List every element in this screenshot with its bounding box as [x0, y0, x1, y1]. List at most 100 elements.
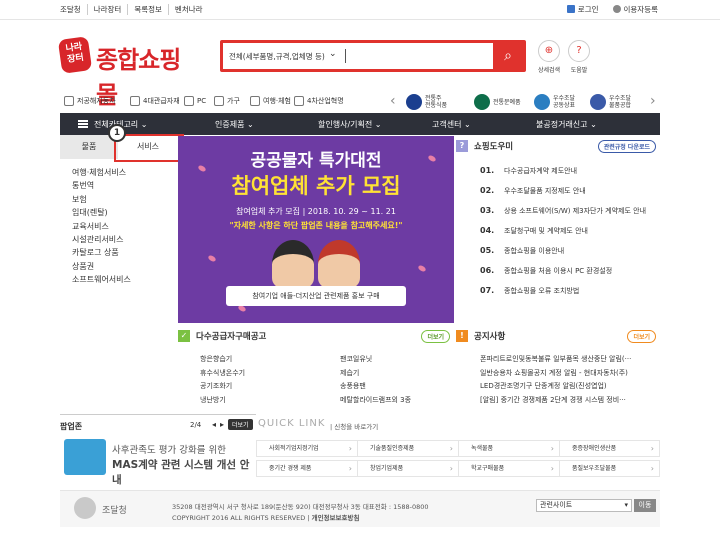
notice-panel: ! 공지사항 더보기 폰파리트로인및동복불류 일부품목 생산중단 알림(··· … [456, 325, 660, 413]
notice-item[interactable]: LED경관조명기구 단종계정 알림(진성엽업) [480, 380, 631, 394]
chair-icon [214, 96, 224, 106]
popup-text-line2[interactable]: MAS계약 관련 시스템 개선 안내 [112, 457, 256, 487]
quick-link-startup[interactable]: 창업기업제품 [357, 460, 459, 477]
mas-notice-item[interactable]: 냉난방기 [200, 394, 245, 408]
question-icon: ? [456, 140, 468, 152]
search-category-select[interactable]: 전체(세부품명,규격,업체명 등) [229, 51, 325, 62]
nav-discount[interactable]: 할인행사/기획전 ⌄ [318, 119, 381, 130]
quick-link-social[interactable]: 사회적기업지정기업 [256, 440, 358, 457]
notice-item[interactable]: 폰파리트로인및동복불류 일부품목 생산중단 알림(··· [480, 353, 631, 367]
mas-notice-item[interactable]: 공기조화기 [200, 380, 245, 394]
quick-link-sme[interactable]: 중기간 경쟁 제품 [256, 460, 358, 477]
shop-guide-panel: ? 쇼핑도우미 관련규정 다운로드 01. 다수공급자계약 제도안내 02. 우수조… [456, 136, 660, 323]
chevron-down-icon: ▾ [624, 501, 628, 509]
detail-search-button[interactable]: ⊕ 상세검색 [536, 40, 562, 80]
quick-link-school[interactable]: 학교구매물품 [458, 460, 560, 477]
service-item[interactable]: 카탈로그 상품 [72, 246, 131, 259]
cert-logo-icon [406, 94, 422, 110]
site-logo[interactable]: 나라 장터 종합쇼핑몰 [57, 36, 195, 109]
search-input[interactable] [345, 49, 346, 63]
help-button[interactable]: ? 도움말 [566, 40, 592, 80]
quick-link-tech[interactable]: 기술품질인증제품 [357, 440, 459, 457]
petal-decoration [417, 264, 427, 273]
mas-notice-item[interactable]: 제습기 [340, 367, 411, 381]
footer: 조달청 35208 대전광역시 서구 청사로 189(둔산동 920) 대전정부… [60, 490, 660, 527]
service-item[interactable]: 보험 [72, 193, 131, 206]
service-item[interactable]: 임대(렌탈) [72, 206, 131, 219]
sub-navigation: 저공해자동차 4대관급자재 PC 가구 여행·체험 4차산업혁명 ‹ 전통주 전… [60, 93, 660, 111]
guide-item[interactable]: 07. 종합쇼핑몰 오류 조치방법 [480, 281, 660, 301]
guide-item[interactable]: 01. 다수공급자계약 제도안내 [480, 161, 660, 181]
service-item[interactable]: 소프트웨어서비스 [72, 273, 131, 286]
cert-excellent-brand[interactable]: 우수조달 공동상표 [534, 93, 575, 111]
notice-item[interactable]: 일반승용차 쇼핑몰공지 계정 알림 - 현대자동차(주) [480, 367, 631, 381]
cert-excellent-goods[interactable]: 우수조달 물품공합 [590, 93, 631, 111]
subnav-furniture[interactable]: 가구 [214, 96, 240, 106]
popup-next-icon[interactable]: ▸ [220, 420, 224, 429]
mas-notice-item[interactable]: 항은향습기 [200, 353, 245, 367]
go-button[interactable]: 이동 [634, 499, 656, 512]
nav-certified[interactable]: 인증제품 ⌄ [215, 119, 254, 130]
guide-item[interactable]: 03. 상용 소프트웨어(S/W) 제3자단가 계약제도 안내 [480, 201, 660, 221]
popup-prev-icon[interactable]: ◂ [212, 420, 216, 429]
cert-prev-arrow-icon[interactable]: ‹ [390, 93, 396, 109]
footer-address: 35208 대전광역시 서구 청사로 189(둔산동 920) 대전정부청사 3… [172, 503, 429, 511]
related-sites-select[interactable]: 관련사이트 ▾ [536, 499, 632, 512]
top-link-catalog[interactable]: 목록정보 [127, 4, 168, 15]
notice-item[interactable]: [알림] 중기간 경쟁제품 2단계 경쟁 시스템 정비··· [480, 394, 631, 408]
nav-customer-center[interactable]: 고객센터 ⌄ [432, 119, 471, 130]
footer-org: 조달청 [102, 506, 127, 516]
menu-icon[interactable] [78, 120, 88, 128]
subnav-travel[interactable]: 여행·체험 [250, 96, 291, 106]
mas-more-button[interactable]: 더보기 [421, 330, 450, 343]
cert-next-arrow-icon[interactable]: › [650, 93, 656, 109]
cert-traditional-liquor[interactable]: 전통주 전통식품 [406, 93, 447, 111]
guide-item[interactable]: 04. 조달청구매 및 계약제도 안내 [480, 221, 660, 241]
popup-page: 2/4 [190, 421, 202, 429]
subnav-4th-industry[interactable]: 4차산업혁명 [294, 96, 344, 106]
mas-notice-item[interactable]: 송풍용팬 [340, 380, 411, 394]
subnav-eco-car[interactable]: 저공해자동차 [64, 96, 116, 106]
top-link-venture[interactable]: 벤처나라 [167, 4, 209, 15]
car-icon [64, 96, 74, 106]
service-item[interactable]: 상품권 [72, 260, 131, 273]
guide-item[interactable]: 05. 종합쇼핑몰 이용안내 [480, 241, 660, 261]
service-item[interactable]: 통번역 [72, 179, 131, 192]
register-link[interactable]: 이용자등록 [612, 4, 658, 15]
service-item[interactable]: 교육서비스 [72, 220, 131, 233]
cert-traditional-craft[interactable]: 전통문예품 [474, 93, 521, 111]
popup-text-line1[interactable]: 사후관족도 평가 강화를 위한 [112, 442, 226, 456]
mas-notice-item[interactable]: 휴수식냉온수기 [200, 367, 245, 381]
promo-banner[interactable]: 공공물자 특가대전 참여업체 추가 모집 참여업체 추가 모집 | 2018. … [178, 136, 454, 323]
top-link-pps[interactable]: 조달청 [60, 4, 87, 15]
quick-link-green[interactable]: 녹색물품 [458, 440, 560, 457]
login-icon [566, 5, 575, 13]
cert-logo-icon [534, 94, 550, 110]
travel-icon [250, 96, 260, 106]
character-woman-icon [318, 240, 360, 288]
service-item[interactable]: 여행·체험서비스 [72, 166, 131, 179]
mas-notice-item[interactable]: 팬코일유닛 [340, 353, 411, 367]
notice-more-button[interactable]: 더보기 [627, 330, 656, 343]
login-link[interactable]: 로그인 [566, 4, 599, 15]
subnav-materials[interactable]: 4대관급자재 [130, 96, 180, 106]
chevron-down-icon[interactable]: ⌄ [329, 49, 337, 59]
service-item[interactable]: 시설관리서비스 [72, 233, 131, 246]
popup-more-button[interactable]: 더보기 [228, 419, 253, 430]
guide-item[interactable]: 02. 우수조달물품 지정제도 안내 [480, 181, 660, 201]
regulation-download-button[interactable]: 관련규정 다운로드 [597, 140, 656, 153]
subnav-pc[interactable]: PC [184, 96, 206, 106]
nav-unfair-report[interactable]: 불공정거래신고 ⌄ [536, 119, 597, 130]
mas-notice-item[interactable]: 메탈할라이드램프외 3종 [340, 394, 411, 408]
help-icon: ? [568, 40, 590, 62]
mas-notice-panel: ✓ 다수공급자구매공고 더보기 항은향습기 휴수식냉온수기 공기조화기 냉난방기… [178, 325, 454, 413]
guide-item[interactable]: 06. 종합쇼핑몰 처음 이용시 PC 환경설정 [480, 261, 660, 281]
quick-link-title: QUICK LINK [258, 418, 326, 429]
quick-link-disabled[interactable]: 중증장애인생산품 [559, 440, 660, 457]
cert-logo-icon [474, 94, 490, 110]
privacy-policy-link[interactable]: 개인정보보호방침 [312, 514, 360, 522]
quick-link-quality[interactable]: 품질보우조달물품 [559, 460, 660, 477]
main-navigation: 전체카테고리 ⌄ 인증제품 ⌄ 할인행사/기획전 ⌄ 고객센터 ⌄ 불공정거래신… [60, 113, 660, 135]
top-link-koneps[interactable]: 나라장터 [86, 4, 128, 15]
search-button[interactable]: ⌕ [493, 43, 523, 69]
